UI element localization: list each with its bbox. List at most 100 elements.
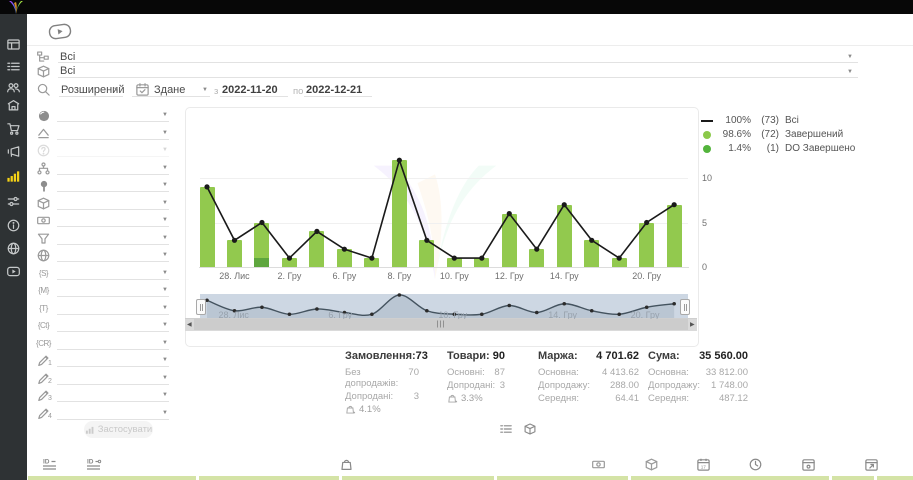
product-cube-icon[interactable]: [644, 457, 660, 473]
date-from-underline[interactable]: [220, 80, 288, 97]
navigator-handle-right[interactable]: [680, 299, 690, 315]
id-list-icon[interactable]: ID: [42, 457, 58, 473]
chevron-down-icon[interactable]: ▼: [162, 182, 168, 188]
bar-series-completed[interactable]: [309, 231, 324, 267]
bag-icon[interactable]: [339, 457, 355, 473]
chevron-down-icon[interactable]: ▼: [162, 165, 168, 171]
money-icon[interactable]: [591, 457, 607, 473]
sidebar-item-cart-icon[interactable]: [5, 120, 22, 137]
bar-series-completed[interactable]: [447, 258, 462, 267]
chevron-down-icon[interactable]: ▼: [162, 340, 168, 346]
filter-select-2[interactable]: [57, 124, 169, 140]
bar-series-completed[interactable]: [227, 240, 242, 267]
table-header-cell[interactable]: [342, 476, 494, 480]
date-type-underline[interactable]: [132, 80, 210, 97]
chevron-down-icon[interactable]: ▼: [847, 69, 853, 75]
chevron-down-icon[interactable]: ▼: [162, 410, 168, 416]
play-badge-icon[interactable]: [47, 21, 73, 41]
sidebar-item-stats-chart-icon[interactable]: [5, 168, 22, 185]
filter-select-8[interactable]: [57, 229, 169, 245]
product-filter-underline[interactable]: [58, 62, 858, 78]
filter-select-5[interactable]: [57, 176, 169, 192]
filter-select-9[interactable]: [57, 246, 169, 262]
filter-select-4[interactable]: [57, 159, 169, 175]
chevron-down-icon[interactable]: ▼: [162, 235, 168, 241]
table-header-cell[interactable]: [832, 476, 874, 480]
chevron-down-icon[interactable]: ▼: [162, 287, 168, 293]
sidebar-item-users-icon[interactable]: [5, 79, 22, 96]
sidebar-item-video-icon[interactable]: [5, 263, 22, 280]
calendar-date-icon[interactable]: 17: [696, 457, 712, 473]
app-logo[interactable]: [4, 0, 28, 15]
sidebar-item-store-icon[interactable]: [5, 97, 22, 114]
bar-series-completed[interactable]: [392, 160, 407, 267]
filter-select-11[interactable]: [57, 281, 169, 297]
sidebar-item-info-icon[interactable]: [5, 217, 22, 234]
apply-button[interactable]: Застосувати: [84, 421, 153, 438]
chevron-down-icon[interactable]: ▼: [162, 392, 168, 398]
filter-select-16[interactable]: [57, 369, 169, 385]
sidebar-item-dashboard-icon[interactable]: [5, 36, 22, 53]
table-header-cell[interactable]: [631, 476, 829, 480]
bar-series-completed[interactable]: [419, 240, 434, 267]
sidebar-item-megaphone-icon[interactable]: [5, 143, 22, 160]
filter-select-15[interactable]: [57, 351, 169, 367]
chevron-down-icon[interactable]: ▼: [162, 322, 168, 328]
table-header-cell[interactable]: [877, 476, 913, 480]
id-link-icon[interactable]: ID: [86, 457, 102, 473]
chevron-down-icon[interactable]: ▼: [162, 217, 168, 223]
filter-select-13[interactable]: [57, 316, 169, 332]
sidebar-item-orders-list-icon[interactable]: [5, 58, 22, 75]
chevron-down-icon[interactable]: ▼: [162, 252, 168, 258]
table-header-cell[interactable]: [28, 476, 196, 480]
chevron-down-icon[interactable]: ▼: [847, 54, 853, 60]
bar-series-completed[interactable]: [282, 258, 297, 267]
chevron-down-icon[interactable]: ▼: [162, 112, 168, 118]
package-view-icon[interactable]: [523, 422, 537, 436]
bar-series-completed[interactable]: [364, 258, 379, 267]
chevron-down-icon[interactable]: ▼: [162, 200, 168, 206]
filter-select-7[interactable]: [57, 211, 169, 227]
bar-series-completed[interactable]: [200, 187, 215, 267]
sidebar-item-world-icon[interactable]: [5, 240, 22, 257]
bar-segment-do-completed[interactable]: [254, 258, 269, 267]
bar-series-completed[interactable]: [529, 249, 544, 267]
scrollbar-thumb[interactable]: |||: [194, 319, 688, 330]
table-header-cell[interactable]: [497, 476, 628, 480]
scrollbar-arrow-right[interactable]: ▶: [690, 320, 695, 330]
bar-series-completed[interactable]: [557, 205, 572, 267]
bar-series-completed[interactable]: [337, 249, 352, 267]
filter-select-14[interactable]: [57, 334, 169, 350]
sidebar-item-sliders-icon[interactable]: [5, 193, 22, 210]
legend-item[interactable]: 1.4%(1)DO Завершено: [700, 143, 855, 154]
legend-item[interactable]: 98.6%(72)Завершений: [700, 129, 843, 140]
filter-select-12[interactable]: [57, 299, 169, 315]
legend-item[interactable]: 100%(73)Всі: [700, 115, 799, 126]
table-header-cell[interactable]: [199, 476, 339, 480]
filter-select-18[interactable]: [57, 404, 169, 420]
chevron-down-icon[interactable]: ▼: [162, 270, 168, 276]
scrollbar-arrow-left[interactable]: ◀: [187, 320, 192, 330]
chevron-down-icon[interactable]: ▼: [202, 87, 208, 93]
bar-series-completed[interactable]: [584, 240, 599, 267]
chevron-down-icon[interactable]: ▼: [113, 87, 119, 93]
scrollbar-grip[interactable]: |||: [437, 321, 445, 328]
chevron-down-icon[interactable]: ▼: [162, 357, 168, 363]
category-filter-underline[interactable]: [58, 47, 858, 63]
date-to-underline[interactable]: [304, 80, 372, 97]
filter-select-1[interactable]: [57, 106, 169, 122]
chevron-down-icon[interactable]: ▼: [162, 305, 168, 311]
bar-series-completed[interactable]: [502, 214, 517, 267]
calendar-day-icon[interactable]: [801, 457, 817, 473]
filter-select-17[interactable]: [57, 386, 169, 402]
bar-series-completed[interactable]: [667, 205, 682, 267]
filter-select-10[interactable]: [57, 264, 169, 280]
list-view-icon[interactable]: [499, 422, 513, 436]
bar-series-completed[interactable]: [612, 258, 627, 267]
navigator-handle-left[interactable]: [196, 299, 206, 315]
clock-icon[interactable]: [748, 457, 764, 473]
calendar-export-icon[interactable]: [864, 457, 880, 473]
chevron-down-icon[interactable]: ▼: [162, 375, 168, 381]
bar-series-completed[interactable]: [639, 223, 654, 268]
chevron-down-icon[interactable]: ▼: [162, 130, 168, 136]
